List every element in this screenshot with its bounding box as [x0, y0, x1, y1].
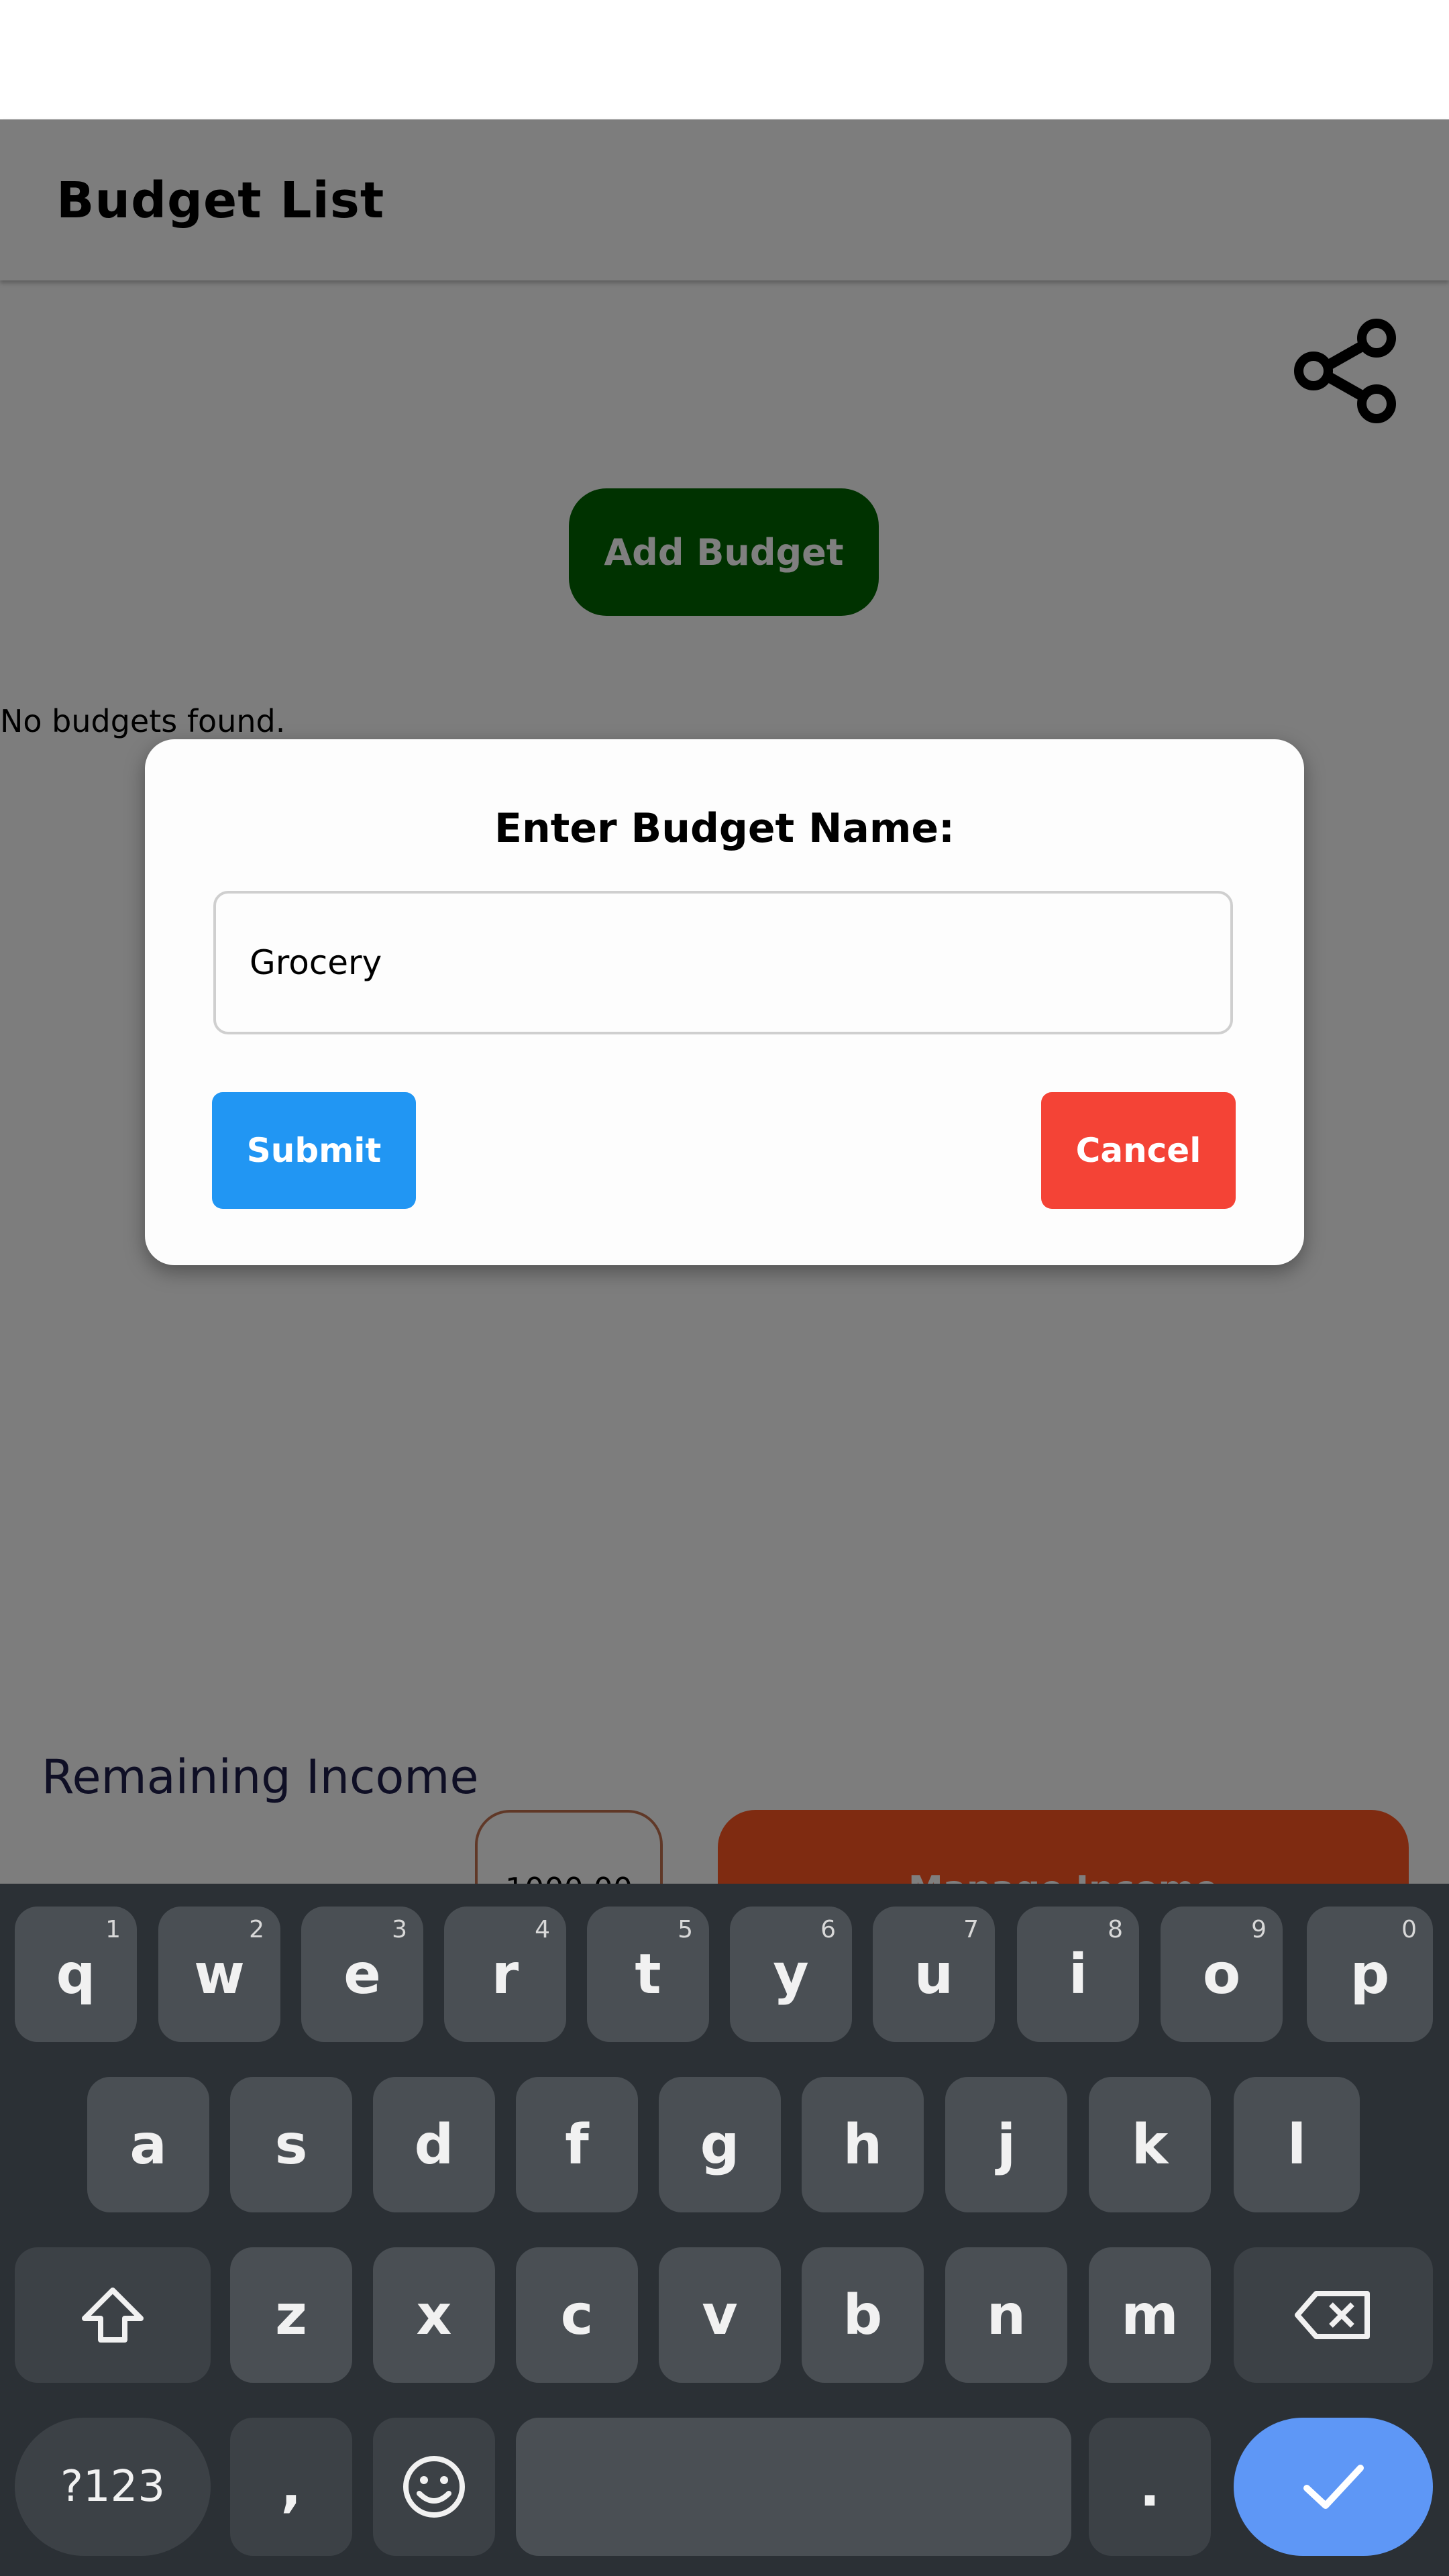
- key-a[interactable]: a: [87, 2077, 209, 2212]
- key-f[interactable]: f: [516, 2077, 638, 2212]
- key-h[interactable]: h: [802, 2077, 924, 2212]
- period-key[interactable]: .: [1089, 2418, 1211, 2556]
- key-number-hint: 7: [963, 1916, 979, 1943]
- backspace-key[interactable]: [1234, 2247, 1433, 2383]
- budget-name-input[interactable]: [213, 891, 1233, 1034]
- key-r[interactable]: r4: [444, 1907, 566, 2042]
- status-bar: [0, 0, 1449, 119]
- key-label: w: [194, 1942, 245, 2006]
- key-z[interactable]: z: [230, 2247, 352, 2383]
- key-d[interactable]: d: [373, 2077, 495, 2212]
- key-u[interactable]: u7: [873, 1907, 995, 2042]
- key-number-hint: 2: [249, 1916, 264, 1943]
- key-label: y: [773, 1942, 809, 2006]
- key-label: i: [1068, 1942, 1088, 2006]
- backspace-icon: [1294, 2291, 1370, 2339]
- key-number-hint: 5: [678, 1916, 693, 1943]
- key-k[interactable]: k: [1089, 2077, 1211, 2212]
- key-e[interactable]: e3: [301, 1907, 423, 2042]
- submit-button[interactable]: Submit: [212, 1092, 416, 1209]
- key-o[interactable]: o9: [1161, 1907, 1283, 2042]
- key-number-hint: 4: [535, 1916, 550, 1943]
- key-s[interactable]: s: [230, 2077, 352, 2212]
- key-label: e: [343, 1942, 381, 2006]
- key-label: t: [635, 1942, 661, 2006]
- key-v[interactable]: v: [659, 2247, 781, 2383]
- soft-keyboard: q1 w2 e3 r4 t5 y6 u7 i8 o9 p0 a s d f g …: [0, 1884, 1449, 2576]
- key-number-hint: 6: [820, 1916, 836, 1943]
- key-number-hint: 8: [1108, 1916, 1123, 1943]
- key-l[interactable]: l: [1234, 2077, 1360, 2212]
- key-i[interactable]: i8: [1017, 1907, 1139, 2042]
- key-number-hint: 3: [392, 1916, 407, 1943]
- key-p[interactable]: p0: [1307, 1907, 1433, 2042]
- cancel-button[interactable]: Cancel: [1041, 1092, 1236, 1209]
- key-number-hint: 1: [105, 1916, 121, 1943]
- key-q[interactable]: q1: [15, 1907, 137, 2042]
- key-g[interactable]: g: [659, 2077, 781, 2212]
- key-x[interactable]: x: [373, 2247, 495, 2383]
- key-label: p: [1350, 1942, 1390, 2006]
- key-y[interactable]: y6: [730, 1907, 852, 2042]
- key-w[interactable]: w2: [158, 1907, 280, 2042]
- done-key[interactable]: [1234, 2418, 1433, 2556]
- emoji-icon: [403, 2456, 465, 2518]
- key-m[interactable]: m: [1089, 2247, 1211, 2383]
- key-j[interactable]: j: [945, 2077, 1067, 2212]
- emoji-key[interactable]: [373, 2418, 495, 2556]
- dialog-title: Enter Budget Name:: [494, 805, 955, 852]
- key-label: o: [1202, 1942, 1241, 2006]
- budget-name-dialog: Enter Budget Name: Submit Cancel: [145, 739, 1304, 1265]
- key-b[interactable]: b: [802, 2247, 924, 2383]
- key-label: r: [491, 1942, 519, 2006]
- key-n[interactable]: n: [945, 2247, 1067, 2383]
- symbols-key[interactable]: ?123: [15, 2418, 211, 2556]
- shift-icon: [82, 2288, 144, 2343]
- key-label: q: [56, 1942, 96, 2006]
- shift-key[interactable]: [15, 2247, 211, 2383]
- key-number-hint: 0: [1401, 1916, 1417, 1943]
- space-key[interactable]: [516, 2418, 1071, 2556]
- key-label: u: [914, 1942, 954, 2006]
- checkmark-icon: [1303, 2465, 1364, 2509]
- key-c[interactable]: c: [516, 2247, 638, 2383]
- key-t[interactable]: t5: [587, 1907, 709, 2042]
- comma-key[interactable]: ,: [230, 2418, 352, 2556]
- key-number-hint: 9: [1251, 1916, 1267, 1943]
